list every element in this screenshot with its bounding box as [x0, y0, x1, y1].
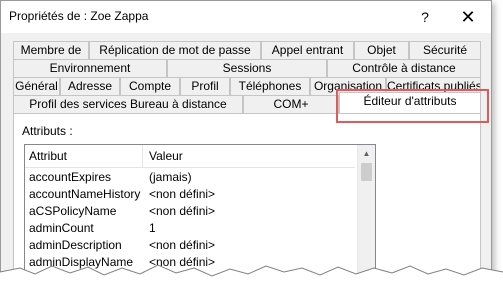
window-title: Propriétés de : Zoe Zappa — [9, 9, 149, 23]
scrollbar-thumb[interactable] — [361, 163, 372, 181]
title-bar: Propriétés de : Zoe Zappa ? ✕ — [1, 1, 491, 33]
tab-objet[interactable]: Objet — [354, 41, 409, 59]
attribute-name: accountExpires — [29, 170, 112, 184]
tab-adresse[interactable]: Adresse — [60, 77, 120, 95]
close-button[interactable]: ✕ — [448, 5, 488, 29]
torn-edge — [0, 264, 503, 302]
attribute-value: (jamais) — [149, 170, 192, 184]
tab-replication[interactable]: Réplication de mot de passe — [89, 41, 261, 59]
tab-profil[interactable]: Profil — [180, 77, 230, 95]
tab-row-1: Membre de Réplication de mot de passe Ap… — [13, 41, 481, 59]
attribute-value: <non défini> — [149, 187, 216, 201]
list-item[interactable]: adminCount 1 — [25, 220, 355, 237]
tab-appel-entrant[interactable]: Appel entrant — [261, 41, 354, 59]
attribute-value: <non défini> — [149, 238, 216, 252]
column-separator[interactable] — [142, 145, 143, 167]
tab-sessions[interactable]: Sessions — [167, 59, 327, 77]
list-item[interactable]: accountExpires (jamais) — [25, 169, 355, 186]
attribute-name: accountNameHistory — [29, 187, 141, 201]
scroll-up-arrow-icon[interactable]: ▲ — [358, 145, 375, 162]
list-item[interactable]: aCSPolicyName <non défini> — [25, 203, 355, 220]
column-header-valeur[interactable]: Valeur — [149, 149, 183, 163]
tab-securite[interactable]: Sécurité — [409, 41, 481, 59]
column-header-attribut[interactable]: Attribut — [29, 149, 67, 163]
tab-profil-bureau-distance[interactable]: Profil des services Bureau à distance — [13, 95, 243, 113]
list-item[interactable]: accountNameHistory <non défini> — [25, 186, 355, 203]
tab-membre-de[interactable]: Membre de — [13, 41, 89, 59]
tab-telephones[interactable]: Téléphones — [230, 77, 310, 95]
attribute-name: aCSPolicyName — [29, 204, 117, 218]
tab-general[interactable]: Général — [13, 77, 60, 95]
attribute-name: adminCount — [29, 221, 94, 235]
list-item[interactable]: adminDescription <non défini> — [25, 237, 355, 254]
highlight-box — [336, 89, 489, 123]
tab-controle-distance[interactable]: Contrôle à distance — [327, 59, 481, 77]
help-button[interactable]: ? — [405, 5, 445, 29]
properties-dialog: Propriétés de : Zoe Zappa ? ✕ Membre de … — [0, 0, 492, 292]
list-header: Attribut Valeur — [25, 145, 355, 168]
tab-com-plus[interactable]: COM+ — [243, 95, 339, 113]
attribute-value: 1 — [149, 221, 156, 235]
attribute-name: adminDescription — [29, 238, 122, 252]
tab-row-2: Environnement Sessions Contrôle à distan… — [13, 59, 481, 77]
tab-environnement[interactable]: Environnement — [13, 59, 167, 77]
tab-compte[interactable]: Compte — [120, 77, 180, 95]
attributes-label: Attributs : — [22, 124, 73, 138]
attribute-value: <non défini> — [149, 204, 216, 218]
